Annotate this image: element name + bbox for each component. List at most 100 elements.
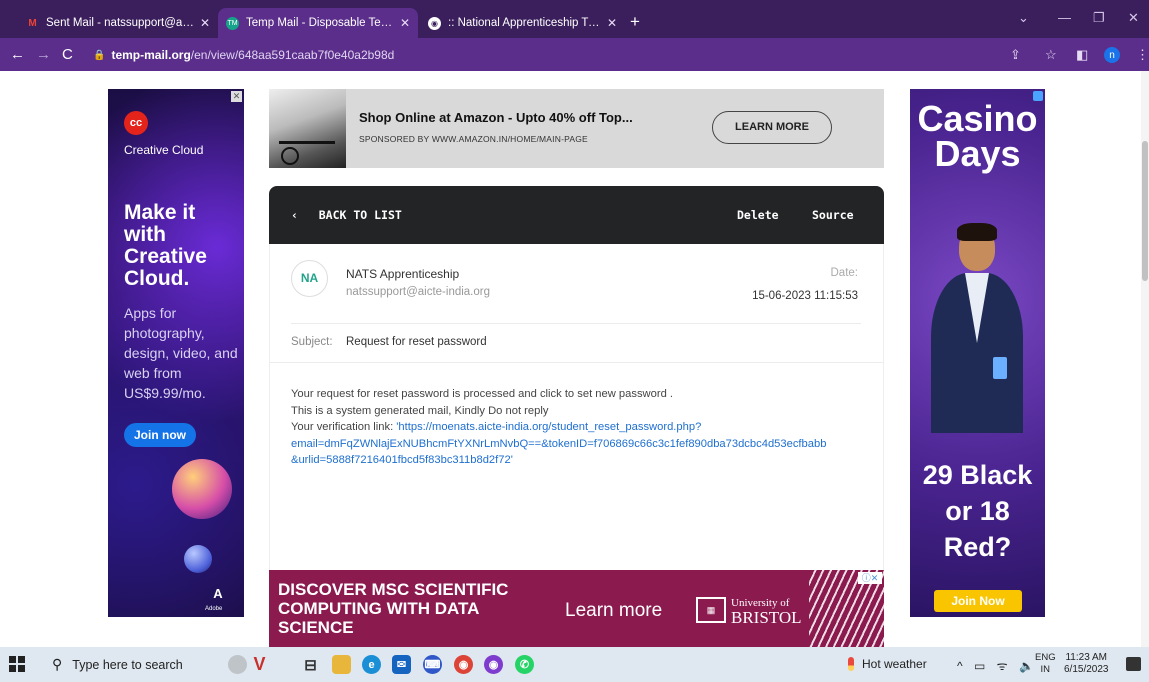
university-crest-icon: ▦	[696, 597, 726, 623]
delete-button[interactable]: Delete	[737, 208, 779, 222]
message-line: This is a system generated mail, Kindly …	[291, 404, 549, 417]
ad-bristol-banner[interactable]: DISCOVER MSC SCIENTIFIC COMPUTING WITH D…	[269, 570, 884, 647]
sender-avatar: NA	[291, 260, 328, 297]
ad-amazon-banner[interactable]: Shop Online at Amazon - Upto 40% off Top…	[269, 89, 884, 168]
adchoices-icon[interactable]: ⓘ✕	[858, 572, 882, 584]
url-host: temp-mail.org	[111, 48, 191, 62]
lock-icon: 🔒	[93, 49, 106, 61]
task-view-icon[interactable]: ⊟	[301, 655, 320, 674]
page-content: ✕ cc Creative Cloud Make it with Creativ…	[0, 71, 1149, 647]
person-hair	[957, 223, 997, 241]
source-button[interactable]: Source	[812, 208, 854, 222]
verification-link[interactable]: email=dmFqZWNlajExNUBhcmFtYXNrLmNvbQ==&t…	[291, 436, 871, 453]
file-explorer-icon[interactable]	[332, 655, 351, 674]
divider	[270, 362, 883, 363]
ad-casino-days[interactable]: Casino Days 29 Black or 18 Red? Join Now	[910, 89, 1045, 617]
clock-time: 11:23 AM	[1065, 652, 1107, 663]
subject-value: Request for reset password	[346, 336, 487, 348]
chrome-profile-icon[interactable]: ◉	[484, 655, 503, 674]
date-value: 15-06-2023 11:15:53	[752, 290, 858, 302]
adobe-logo-icon: A	[213, 586, 223, 601]
tab-label: Sent Mail - natssupport@aicte-in	[46, 17, 194, 29]
ad-title: Shop Online at Amazon - Upto 40% off Top…	[359, 110, 633, 125]
forward-arrow-icon[interactable]: →	[36, 46, 51, 63]
ad-thumbnail	[269, 89, 346, 168]
sender-name: NATS Apprenticeship	[346, 267, 460, 281]
tab-label: :: National Apprenticeship Trainin	[448, 17, 601, 29]
tab-temp-mail[interactable]: TM Temp Mail - Disposable Tempora ✕	[218, 8, 418, 38]
back-arrow-icon[interactable]: ←	[10, 46, 25, 63]
creative-cloud-logo-icon: cc	[124, 111, 148, 135]
windows-start-icon[interactable]	[9, 656, 25, 672]
decorative-orb	[184, 545, 212, 573]
browser-tab-bar: M Sent Mail - natssupport@aicte-in ✕ TM …	[0, 0, 1149, 38]
back-to-list-button[interactable]: ‹ BACK TO LIST	[291, 208, 402, 222]
medal-icon[interactable]: V	[250, 654, 269, 674]
clock[interactable]: 11:23 AM 6/15/2023	[1064, 652, 1109, 676]
battery-icon[interactable]: ▭	[974, 659, 989, 673]
taskbar-search[interactable]: ⚲ Type here to search	[48, 650, 226, 679]
ad-headline: DISCOVER MSC SCIENTIFIC COMPUTING WITH D…	[278, 580, 509, 637]
system-tray[interactable]: ^ ▭ ᯤ 🔈	[957, 657, 1038, 674]
thermometer-icon	[848, 657, 854, 671]
weather-widget[interactable]: Hot weather	[848, 657, 927, 671]
menu-dots-icon[interactable]: ⋮	[1136, 47, 1149, 63]
close-icon[interactable]: ✕	[400, 16, 410, 30]
windows-taskbar: ⚲ Type here to search V ⊟ e ✉ ⌨ ◉ ◉ ✆ Ho…	[0, 647, 1149, 682]
join-now-button[interactable]: Join now	[124, 423, 196, 447]
ad-headline: Casino Days	[917, 98, 1038, 174]
quick-assist-icon[interactable]: ⌨	[423, 655, 442, 674]
university-logo: University of BRISTOL	[731, 597, 802, 626]
close-icon[interactable]: ✕	[200, 16, 210, 30]
learn-more-button[interactable]: LEARN MORE	[712, 111, 832, 144]
verification-link[interactable]: &urlid=5888f7216401fbcd5f83bc311b8d2f72'	[291, 452, 871, 469]
tab-label: Temp Mail - Disposable Tempora	[246, 17, 394, 29]
chrome-icon[interactable]: ◉	[454, 655, 473, 674]
wifi-icon[interactable]: ᯤ	[997, 659, 1012, 673]
university-line2: BRISTOL	[731, 608, 802, 627]
language-indicator[interactable]: ENG IN	[1035, 652, 1056, 676]
star-icon[interactable]: ☆	[1045, 47, 1057, 63]
moon-widget-icon[interactable]	[228, 655, 247, 674]
gmail-icon: M	[28, 17, 37, 29]
profile-avatar[interactable]: n	[1104, 47, 1120, 63]
restore-icon[interactable]: ❐	[1093, 10, 1105, 26]
phone-icon	[993, 357, 1007, 379]
tab-sent-mail[interactable]: M Sent Mail - natssupport@aicte-in ✕	[18, 8, 218, 38]
notification-icon[interactable]	[1126, 657, 1141, 671]
edge-icon[interactable]: e	[362, 655, 381, 674]
tab-nats[interactable]: ◉ :: National Apprenticeship Trainin ✕	[420, 8, 625, 38]
mail-icon[interactable]: ✉	[392, 655, 411, 674]
mail-view: NA NATS Apprenticeship natssupport@aicte…	[269, 244, 884, 574]
side-panel-icon[interactable]: ◧	[1076, 47, 1088, 63]
share-icon[interactable]: ⇪	[1010, 47, 1021, 63]
reload-icon[interactable]: C	[62, 46, 73, 63]
page-scrollbar[interactable]	[1141, 71, 1149, 647]
learn-more-link[interactable]: Learn more	[565, 600, 662, 622]
join-now-button[interactable]: Join Now	[934, 590, 1022, 612]
chevron-up-icon[interactable]: ^	[957, 659, 967, 673]
lang-line2: IN	[1040, 664, 1051, 675]
minimize-icon[interactable]: —	[1058, 10, 1071, 25]
message-line: Your verification link: 'https://moenats…	[291, 419, 871, 436]
clock-date: 6/15/2023	[1064, 664, 1109, 675]
thumb-handlebar	[279, 141, 335, 144]
close-icon[interactable]: ✕	[607, 16, 617, 30]
close-window-icon[interactable]: ✕	[1128, 10, 1139, 26]
ad-brand: Creative Cloud	[124, 143, 204, 157]
url-path: /en/view/648aa591caab7f0e40a2b98d	[190, 48, 395, 62]
ad-close-icon[interactable]: ✕	[231, 91, 242, 102]
weather-text: Hot weather	[862, 657, 927, 671]
chevron-left-icon: ‹	[291, 208, 298, 222]
chevron-down-icon[interactable]: ⌄	[1018, 10, 1029, 26]
message-line: Your request for reset password is proce…	[291, 388, 674, 400]
url-field[interactable]: 🔒 temp-mail.org/en/view/648aa591caab7f0e…	[93, 44, 394, 66]
new-tab-button[interactable]: +	[630, 12, 640, 32]
date-label: Date:	[830, 267, 859, 279]
ad-creative-cloud[interactable]: ✕ cc Creative Cloud Make it with Creativ…	[108, 89, 244, 617]
subject-label: Subject:	[291, 336, 333, 348]
lang-line1: ENG	[1035, 652, 1056, 663]
verification-link[interactable]: 'https://moenats.aicte-india.org/student…	[396, 421, 701, 433]
whatsapp-icon[interactable]: ✆	[515, 655, 534, 674]
scrollbar-thumb[interactable]	[1142, 141, 1148, 281]
